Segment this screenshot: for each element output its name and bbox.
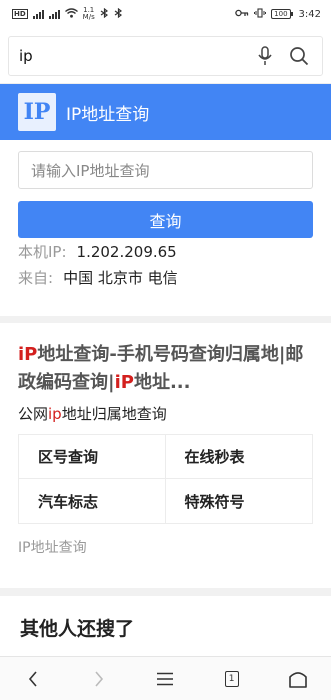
result-source: IP地址查询	[18, 540, 87, 556]
local-ip-value: 1.202.209.65	[76, 243, 177, 261]
menu-icon[interactable]	[145, 659, 185, 699]
hd-badge: HD	[12, 9, 28, 19]
bluetooth-icon	[100, 7, 109, 21]
location-value: 中国 北京市 电信	[63, 269, 178, 287]
signal-icon-2	[48, 9, 60, 19]
sitelink-special-symbols[interactable]: 特殊符号	[166, 479, 313, 523]
divider-2	[0, 588, 331, 596]
divider	[0, 316, 331, 323]
browser-search-bar: ip	[0, 28, 331, 84]
key-icon	[235, 9, 249, 20]
location-label: 来自:	[18, 269, 54, 287]
battery-icon: 100	[271, 9, 293, 19]
result-title-link[interactable]: iP地址查询-手机号码查询归属地|邮政编码查询|iP地址...	[18, 341, 313, 397]
home-icon[interactable]	[278, 659, 318, 699]
ip-input-field[interactable]: 请输入IP地址查询	[18, 151, 313, 189]
search-result-card: iP地址查询-手机号码查询归属地|邮政编码查询|iP地址... 公网ip地址归属…	[0, 323, 331, 588]
ip-tool-header: IP IP地址查询	[0, 84, 331, 140]
sitelinks-grid: 区号查询 在线秒表 汽车标志 特殊符号	[18, 434, 313, 524]
sitelink-area-code[interactable]: 区号查询	[19, 435, 166, 479]
related-searches-heading: 其他人还搜了	[20, 618, 135, 640]
tool-title[interactable]: IP地址查询	[66, 100, 149, 125]
location-row: 来自: 中国 北京市 电信	[18, 266, 313, 290]
nfc-icon	[114, 7, 123, 21]
sitelink-car-logos[interactable]: 汽车标志	[19, 479, 166, 523]
sitelink-stopwatch[interactable]: 在线秒表	[165, 435, 312, 479]
vibrate-icon	[254, 7, 267, 21]
signal-icon	[32, 9, 44, 19]
clock: 3:42	[298, 8, 321, 20]
local-ip-label: 本机IP:	[18, 243, 67, 261]
browser-bottom-nav: 1	[0, 656, 331, 700]
ip-query-tool: 请输入IP地址查询 查询 本机IP: 1.202.209.65 来自: 中国 北京市…	[0, 140, 331, 316]
local-ip-row: 本机IP: 1.202.209.65	[18, 240, 313, 264]
forward-icon[interactable]	[79, 659, 119, 699]
microphone-icon[interactable]	[252, 43, 278, 69]
search-input[interactable]: ip	[19, 47, 244, 65]
back-icon[interactable]	[13, 659, 53, 699]
ip-logo: IP	[18, 93, 56, 131]
tabs-icon[interactable]: 1	[212, 659, 252, 699]
query-button[interactable]: 查询	[18, 201, 313, 238]
wifi-icon	[64, 7, 78, 21]
result-subtitle: 公网ip地址归属地查询	[18, 405, 167, 423]
related-searches: 其他人还搜了	[0, 596, 331, 656]
tab-count: 1	[224, 670, 239, 687]
status-bar: HD 1.1 M/s 100 3:42	[0, 0, 331, 28]
network-speed: 1.1 M/s	[82, 6, 95, 21]
search-icon[interactable]	[286, 43, 312, 69]
search-box[interactable]: ip	[8, 36, 323, 76]
